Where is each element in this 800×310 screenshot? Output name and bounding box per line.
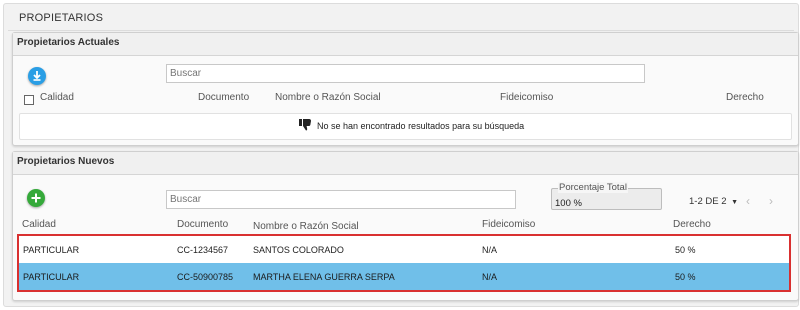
cell-derecho: 50 %: [675, 245, 696, 255]
page-title-divider: [8, 30, 794, 31]
cell-fideicomiso: N/A: [482, 245, 498, 255]
panel-title-nuevos: Propietarios Nuevos: [17, 156, 115, 167]
column-header-calidad[interactable]: Calidad: [22, 219, 56, 230]
download-icon: [33, 71, 41, 81]
add-owner-button[interactable]: [27, 189, 45, 207]
column-header-nombre[interactable]: Nombre o Razón Social: [275, 92, 381, 103]
column-header-fideicomiso[interactable]: Fideicomiso: [500, 92, 553, 103]
panel-header: Propietarios Actuales: [13, 33, 798, 56]
table-row[interactable]: PARTICULAR CC-1234567 SANTOS COLORADO N/…: [19, 236, 789, 263]
chevron-left-icon[interactable]: ‹: [746, 194, 750, 208]
cell-calidad: PARTICULAR: [23, 245, 80, 255]
column-header-nombre[interactable]: Nombre o Razón Social: [253, 221, 359, 232]
cell-nombre: MARTHA ELENA GUERRA SERPA: [253, 272, 395, 282]
porcentaje-total-label: Porcentaje Total: [558, 182, 628, 193]
caret-down-icon: ▼: [731, 199, 739, 206]
panel-title-actuales: Propietarios Actuales: [17, 37, 120, 48]
cell-derecho: 50 %: [675, 272, 696, 282]
pagination-label: 1-2 DE 2: [689, 196, 727, 207]
cell-fideicomiso: N/A: [482, 272, 498, 282]
owners-table-body: PARTICULAR CC-1234567 SANTOS COLORADO N/…: [17, 234, 791, 292]
column-header-documento[interactable]: Documento: [177, 219, 228, 230]
panel-propietarios-nuevos: Propietarios Nuevos Porcentaje Total 100…: [12, 151, 799, 301]
column-header-documento[interactable]: Documento: [198, 92, 249, 103]
panel-header: Propietarios Nuevos: [13, 152, 798, 175]
download-button[interactable]: [28, 67, 46, 85]
select-all-checkbox[interactable]: [24, 95, 34, 105]
search-input-nuevos[interactable]: [166, 190, 516, 209]
porcentaje-total-field: Porcentaje Total 100 %: [551, 182, 662, 210]
column-header-calidad[interactable]: Calidad: [40, 92, 74, 103]
search-input-actuales[interactable]: [166, 64, 645, 83]
column-header-fideicomiso[interactable]: Fideicomiso: [482, 219, 535, 230]
empty-message: No se han encontrado resultados para su …: [317, 121, 525, 131]
chevron-right-icon[interactable]: ›: [769, 194, 773, 208]
cell-documento: CC-1234567: [177, 245, 229, 255]
plus-icon: [31, 193, 41, 203]
table-row-selected[interactable]: PARTICULAR CC-50900785 MARTHA ELENA GUER…: [19, 263, 789, 290]
column-header-derecho[interactable]: Derecho: [673, 219, 711, 230]
empty-results-row: No se han encontrado resultados para su …: [19, 113, 792, 140]
cell-documento: CC-50900785: [177, 272, 234, 282]
column-header-derecho[interactable]: Derecho: [726, 92, 764, 103]
cell-nombre: SANTOS COLORADO: [253, 245, 344, 255]
porcentaje-total-value: 100 %: [555, 198, 582, 209]
panel-propietarios-actuales: Propietarios Actuales Calidad Documento …: [12, 32, 799, 146]
pagination-dropdown[interactable]: 1-2 DE 2 ▼: [689, 196, 738, 207]
page-title: PROPIETARIOS: [19, 12, 104, 24]
cell-calidad: PARTICULAR: [23, 272, 80, 282]
thumbs-down-icon: [299, 119, 311, 131]
propietarios-page: PROPIETARIOS Propietarios Actuales Calid…: [3, 3, 799, 307]
